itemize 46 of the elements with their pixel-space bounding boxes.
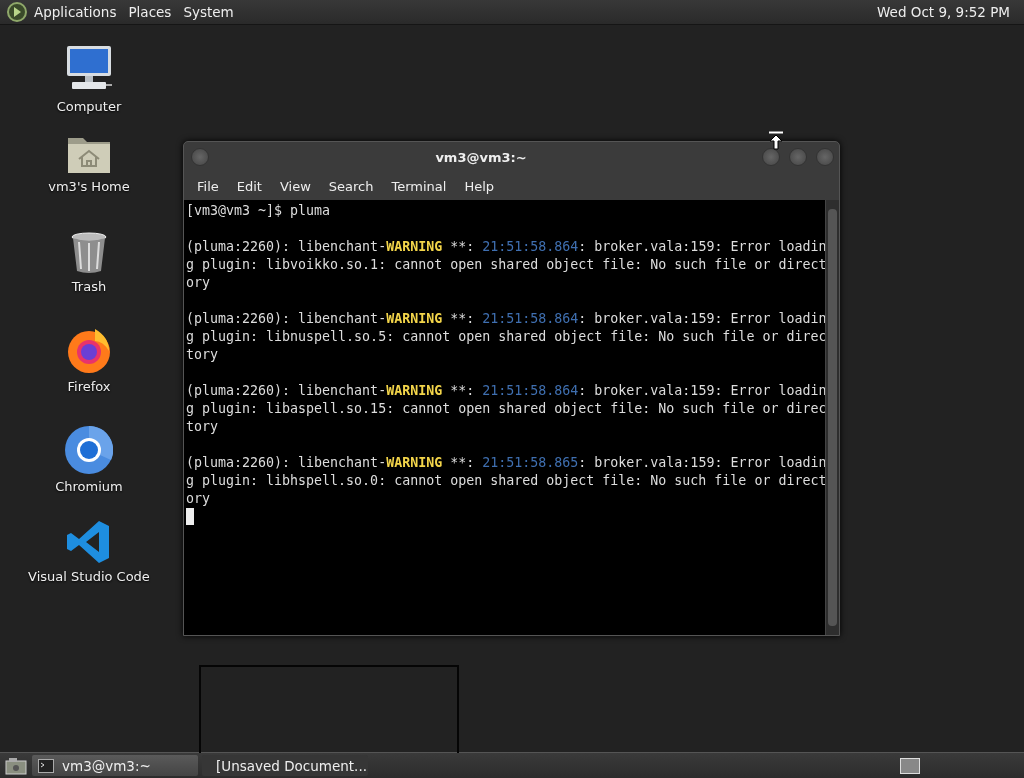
close-button[interactable] — [816, 148, 834, 166]
terminal-line: tory — [186, 418, 220, 436]
desktop-icon-label[interactable]: Trash — [71, 279, 107, 294]
panel-menu[interactable]: System — [177, 4, 240, 20]
clock[interactable]: Wed Oct 9, 9:52 PM — [871, 4, 1016, 20]
menu-item[interactable]: View — [270, 178, 320, 194]
taskbar-button[interactable]: [Unsaved Document... — [202, 755, 368, 776]
terminal-line: (pluma:2260): libenchant-WARNING **: 21:51:58.864: broker.vala:159: Error loadin — [186, 382, 823, 400]
menu-item[interactable]: File — [188, 178, 228, 194]
menu-item[interactable]: Terminal — [382, 178, 456, 194]
menu-item[interactable]: Search — [319, 178, 383, 194]
trash-icon — [70, 232, 108, 274]
terminal-line: g plugin: libnuspell.so.5: cannot open shared object file: No such file or direc — [186, 328, 823, 346]
desktop-icon-label[interactable]: Visual Studio Code — [28, 569, 150, 584]
mouse-pointer-icon — [768, 131, 784, 151]
chromium-icon — [65, 426, 113, 474]
workspace-switcher[interactable] — [900, 757, 920, 774]
scrollbar[interactable] — [825, 200, 839, 635]
taskbar-button[interactable]: vm3@vm3:~ — [32, 755, 198, 776]
terminal-line: tory — [186, 346, 220, 364]
terminal-icon — [38, 757, 54, 774]
menu-logo-icon — [6, 1, 28, 23]
terminal-line: ory — [186, 274, 212, 292]
terminal-line: (pluma:2260): libenchant-WARNING **: 21:51:58.865: broker.vala:159: Error loadin — [186, 454, 823, 472]
desktop-icon-label[interactable]: Chromium — [55, 479, 123, 494]
panel-menu[interactable]: Places — [122, 4, 178, 20]
desktop-icon-label[interactable]: vm3's Home — [48, 179, 130, 194]
minimize-button[interactable] — [762, 148, 780, 166]
desktop-icon-label[interactable]: Firefox — [67, 379, 111, 394]
terminal-line: [vm3@vm3 ~]$ pluma — [186, 202, 332, 220]
window-title: vm3@vm3:~ — [434, 149, 528, 165]
window-menu-button[interactable] — [191, 148, 209, 166]
vscode-icon — [67, 520, 111, 564]
menu-item[interactable]: Edit — [227, 178, 271, 194]
terminal-line: g plugin: libvoikko.so.1: cannot open shared object file: No such file or direct — [186, 256, 823, 274]
firefox-icon — [65, 326, 113, 374]
terminal-line: (pluma:2260): libenchant-WARNING **: 21:51:58.864: broker.vala:159: Error loadin — [186, 310, 823, 328]
terminal-line: g plugin: libhspell.so.0: cannot open shared object file: No such file or direct — [186, 472, 823, 490]
text-cursor — [186, 508, 194, 525]
menu-item[interactable]: Help — [455, 178, 504, 194]
maximize-button[interactable] — [789, 148, 807, 166]
desktop-icon-label[interactable]: Computer — [56, 99, 122, 114]
terminal-line: g plugin: libaspell.so.15: cannot open shared object file: No such file or direc — [186, 400, 823, 418]
terminal-line: (pluma:2260): libenchant-WARNING **: 21:51:58.864: broker.vala:159: Error loadin — [186, 238, 823, 256]
terminal-line: ory — [186, 490, 212, 508]
panel-menu[interactable]: Applications — [28, 4, 123, 20]
